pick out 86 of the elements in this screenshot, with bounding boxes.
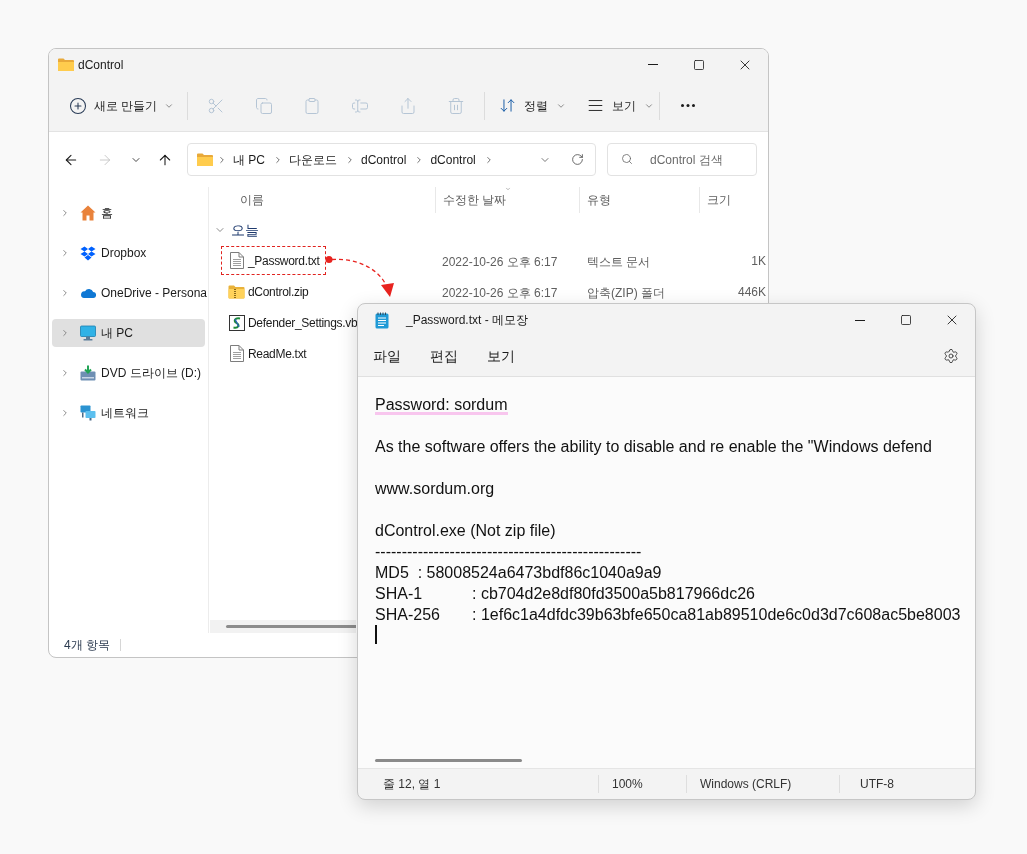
minimize-icon	[648, 64, 658, 65]
column-header[interactable]: 유형	[587, 186, 618, 207]
zoom-level: 100%	[612, 776, 643, 793]
sort-button[interactable]: 정렬	[489, 88, 573, 123]
column-header[interactable]: 크기	[707, 186, 738, 207]
breadcrumb-item[interactable]: dControl	[357, 150, 411, 169]
line-ending: Windows (CRLF)	[700, 776, 792, 793]
scrollbar-track[interactable]	[210, 620, 356, 633]
group-header[interactable]: 오늘	[209, 219, 259, 241]
sidebar-item[interactable]: DVD 드라이브 (D:)	[52, 359, 205, 387]
minimize-icon	[855, 319, 865, 321]
sidebar-item[interactable]: Dropbox	[52, 239, 205, 267]
refresh-icon	[570, 153, 584, 166]
plus-circle-icon	[69, 96, 87, 115]
search-icon	[621, 153, 633, 165]
network-icon	[80, 405, 96, 421]
new-button[interactable]: 새로 만들기	[59, 88, 183, 123]
menu-item[interactable]: 보기	[475, 341, 527, 371]
breadcrumb-item[interactable]: 내 PC	[229, 150, 269, 169]
text-line: As the software offers the ability to disable and re enable the "Windows defend	[375, 437, 932, 457]
view-button[interactable]: 보기	[573, 88, 655, 123]
column-header[interactable]: 이름	[240, 186, 271, 207]
maximize-icon	[900, 314, 912, 326]
document-icon	[229, 252, 244, 269]
sidebar-item[interactable]: 홈	[52, 199, 205, 227]
file-name: Defender_Settings.vb	[248, 314, 358, 332]
expand-chevron-icon	[60, 368, 70, 378]
expand-chevron-icon	[60, 408, 70, 418]
file-name: _Password.txt	[248, 252, 320, 270]
date-modified: 2022-10-26 오후 6:17	[442, 254, 558, 269]
maximize-icon	[693, 58, 705, 71]
scrollbar-thumb[interactable]	[226, 625, 356, 628]
file-name: ReadMe.txt	[248, 345, 307, 363]
file-type: 텍스트 문서	[587, 254, 651, 269]
chevron-right-icon	[345, 154, 355, 165]
sidebar-item[interactable]: OneDrive - Persona	[52, 279, 205, 307]
chevron-right-icon	[273, 154, 283, 165]
column-header[interactable]: 수정한 날짜	[443, 186, 514, 207]
expand-chevron-icon	[60, 248, 70, 258]
sidebar-item[interactable]: 내 PC	[52, 319, 205, 347]
text-line: MD5 : 58008524a6473bdf86c1040a9a9	[375, 563, 662, 583]
item-count: 4개 항목	[64, 637, 110, 654]
chevron-right-icon	[217, 154, 227, 165]
menu-item[interactable]: 편집	[418, 341, 470, 371]
settings-icon	[943, 348, 959, 364]
address-bar[interactable]: 내 PC 다운로드 dControl dControl	[187, 143, 596, 176]
notepad-icon	[375, 311, 389, 329]
text-line: dControl.exe (Not zip file)	[375, 521, 556, 541]
cloud-icon	[80, 288, 96, 298]
text-line: --------------------------------------------------	[375, 542, 642, 562]
sort-icon	[499, 97, 516, 114]
search-field[interactable]: dControl 검색	[607, 143, 757, 176]
text-line: SHA-256 : 1ef6c1a4dfdc39b63bfe650ca81ab89510de6c0d3d7c608ac5be8003	[375, 605, 961, 625]
text-line: SHA-1 : cb704d2e8df80fd3500a5b817966dc26	[375, 584, 755, 604]
diamond-logo-icon	[80, 245, 96, 261]
encoding: UTF-8	[860, 776, 894, 793]
text-line: www.sordum.org	[375, 479, 495, 499]
house-icon	[80, 205, 96, 221]
breadcrumb-item[interactable]: 다운로드	[285, 150, 341, 169]
expand-chevron-icon	[60, 208, 70, 218]
menu-item[interactable]: 파일	[361, 341, 413, 371]
window-title: _Password.txt - 메모장	[406, 312, 529, 329]
text-caret	[375, 625, 377, 644]
scrollbar-thumb[interactable]	[375, 759, 522, 762]
more-icon	[681, 104, 695, 107]
file-name: dControl.zip	[248, 283, 309, 301]
document-icon	[229, 345, 244, 362]
breadcrumb-item[interactable]: dControl	[426, 150, 480, 169]
expand-chevron-icon	[60, 328, 70, 338]
file-size: 1K	[751, 252, 766, 270]
file-type: 압축(ZIP) 폴더	[587, 285, 665, 300]
text-line: Password: sordum	[375, 394, 508, 415]
sidebar-item[interactable]: 네트워크	[52, 399, 205, 427]
expand-chevron-icon	[60, 288, 70, 298]
date-modified: 2022-10-26 오후 6:17	[442, 285, 558, 300]
cursor-position: 줄 12, 열 1	[383, 776, 441, 793]
disc-drive-icon	[80, 365, 96, 381]
lines-icon	[587, 97, 604, 114]
text-editor[interactable]	[358, 377, 975, 768]
window-title: dControl	[78, 56, 124, 74]
script-icon	[228, 314, 245, 331]
folder-icon	[197, 153, 213, 166]
monitor-icon	[80, 325, 96, 341]
file-size: 446K	[737, 283, 766, 301]
folder-icon	[58, 58, 74, 71]
zip-folder-icon	[228, 284, 245, 299]
